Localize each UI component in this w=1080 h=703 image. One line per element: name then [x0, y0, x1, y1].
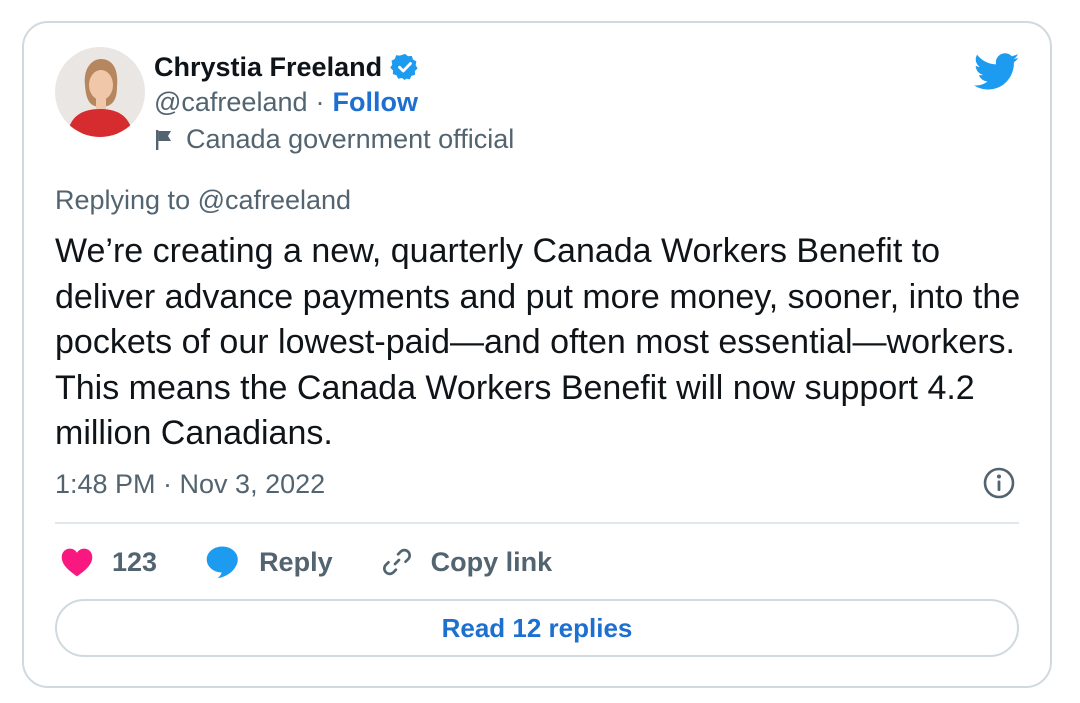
government-label: Canada government official — [186, 124, 515, 154]
like-count: 123 — [112, 546, 158, 577]
follow-button[interactable]: Follow — [333, 87, 418, 118]
link-icon — [381, 546, 413, 578]
handle-line: @cafreeland · Follow — [154, 87, 418, 118]
avatar[interactable] — [55, 47, 145, 137]
twitter-bird-icon[interactable] — [973, 53, 1020, 91]
author-handle[interactable]: @cafreeland — [154, 87, 308, 118]
author-name-line: Chrystia Freeland — [154, 49, 420, 85]
replying-to: Replying to @cafreeland — [55, 185, 352, 215]
flag-icon — [154, 128, 176, 152]
info-icon[interactable] — [982, 466, 1016, 500]
read-replies-button[interactable]: Read 12 replies — [55, 599, 1019, 657]
reply-button[interactable]: Reply — [205, 545, 333, 579]
divider — [55, 522, 1019, 524]
tweet-timestamp[interactable]: 1:48 PM · Nov 3, 2022 — [55, 469, 325, 500]
heart-icon — [60, 547, 94, 577]
tweet-text: We’re creating a new, quarterly Canada W… — [55, 232, 1021, 452]
speech-bubble-icon — [205, 545, 241, 579]
copy-link-label: Copy link — [430, 546, 553, 577]
action-bar: 123 Reply Copy link — [60, 543, 600, 581]
verified-badge-icon — [390, 52, 420, 82]
tweet-card: Chrystia Freeland @cafreeland · Follow C… — [22, 21, 1052, 688]
separator-dot: · — [315, 87, 325, 117]
government-label-line: Canada government official — [154, 124, 514, 155]
copy-link-button[interactable]: Copy link — [381, 546, 553, 578]
reply-label: Reply — [259, 546, 333, 577]
like-button[interactable]: 123 — [60, 547, 157, 578]
author-name[interactable]: Chrystia Freeland — [154, 52, 382, 83]
